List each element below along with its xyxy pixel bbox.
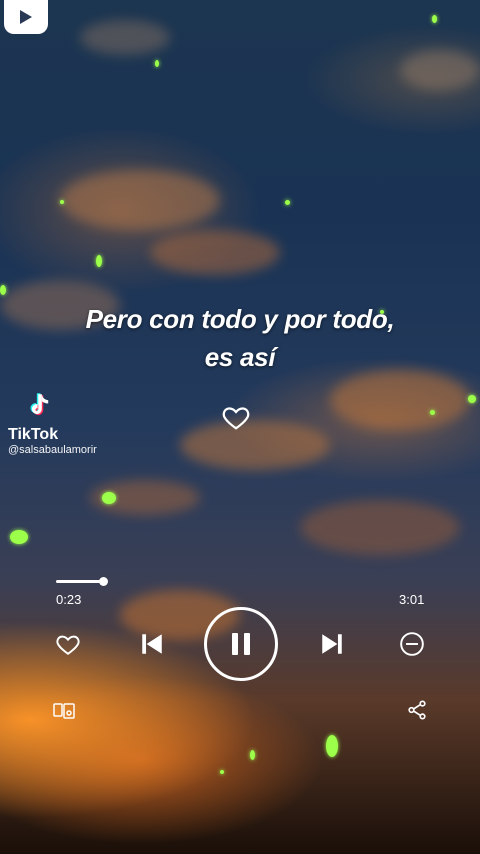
progress-knob[interactable]	[99, 577, 108, 586]
devices-button[interactable]	[52, 700, 76, 722]
tiktok-brand-text: TikTok	[8, 426, 59, 443]
previous-button[interactable]	[138, 630, 166, 658]
minus-circle-icon	[400, 632, 424, 656]
pause-button[interactable]	[204, 607, 278, 681]
total-duration: 3:01	[399, 592, 425, 607]
tiktok-watermark: TikTok @salsabaulamorir	[8, 390, 97, 456]
share-icon	[408, 700, 426, 720]
tiktok-note-icon	[22, 390, 56, 424]
share-button[interactable]	[404, 698, 430, 722]
progress-bar[interactable]	[56, 580, 104, 583]
youtube-shorts-icon	[4, 0, 48, 34]
skip-previous-icon	[142, 634, 162, 654]
heart-outline-icon	[221, 402, 251, 432]
skip-next-icon	[322, 634, 342, 654]
tiktok-handle: @salsabaulamorir	[8, 444, 97, 456]
next-button[interactable]	[318, 630, 346, 658]
elapsed-time: 0:23	[56, 592, 82, 607]
heart-outline-icon	[56, 635, 80, 655]
lyric-line-2: es así	[204, 342, 276, 372]
pause-icon	[232, 633, 250, 655]
like-button[interactable]	[54, 630, 82, 658]
devices-icon	[53, 703, 75, 719]
remove-button[interactable]	[398, 630, 426, 658]
lyric-line-1: Pero con todo y por todo,	[85, 304, 395, 334]
